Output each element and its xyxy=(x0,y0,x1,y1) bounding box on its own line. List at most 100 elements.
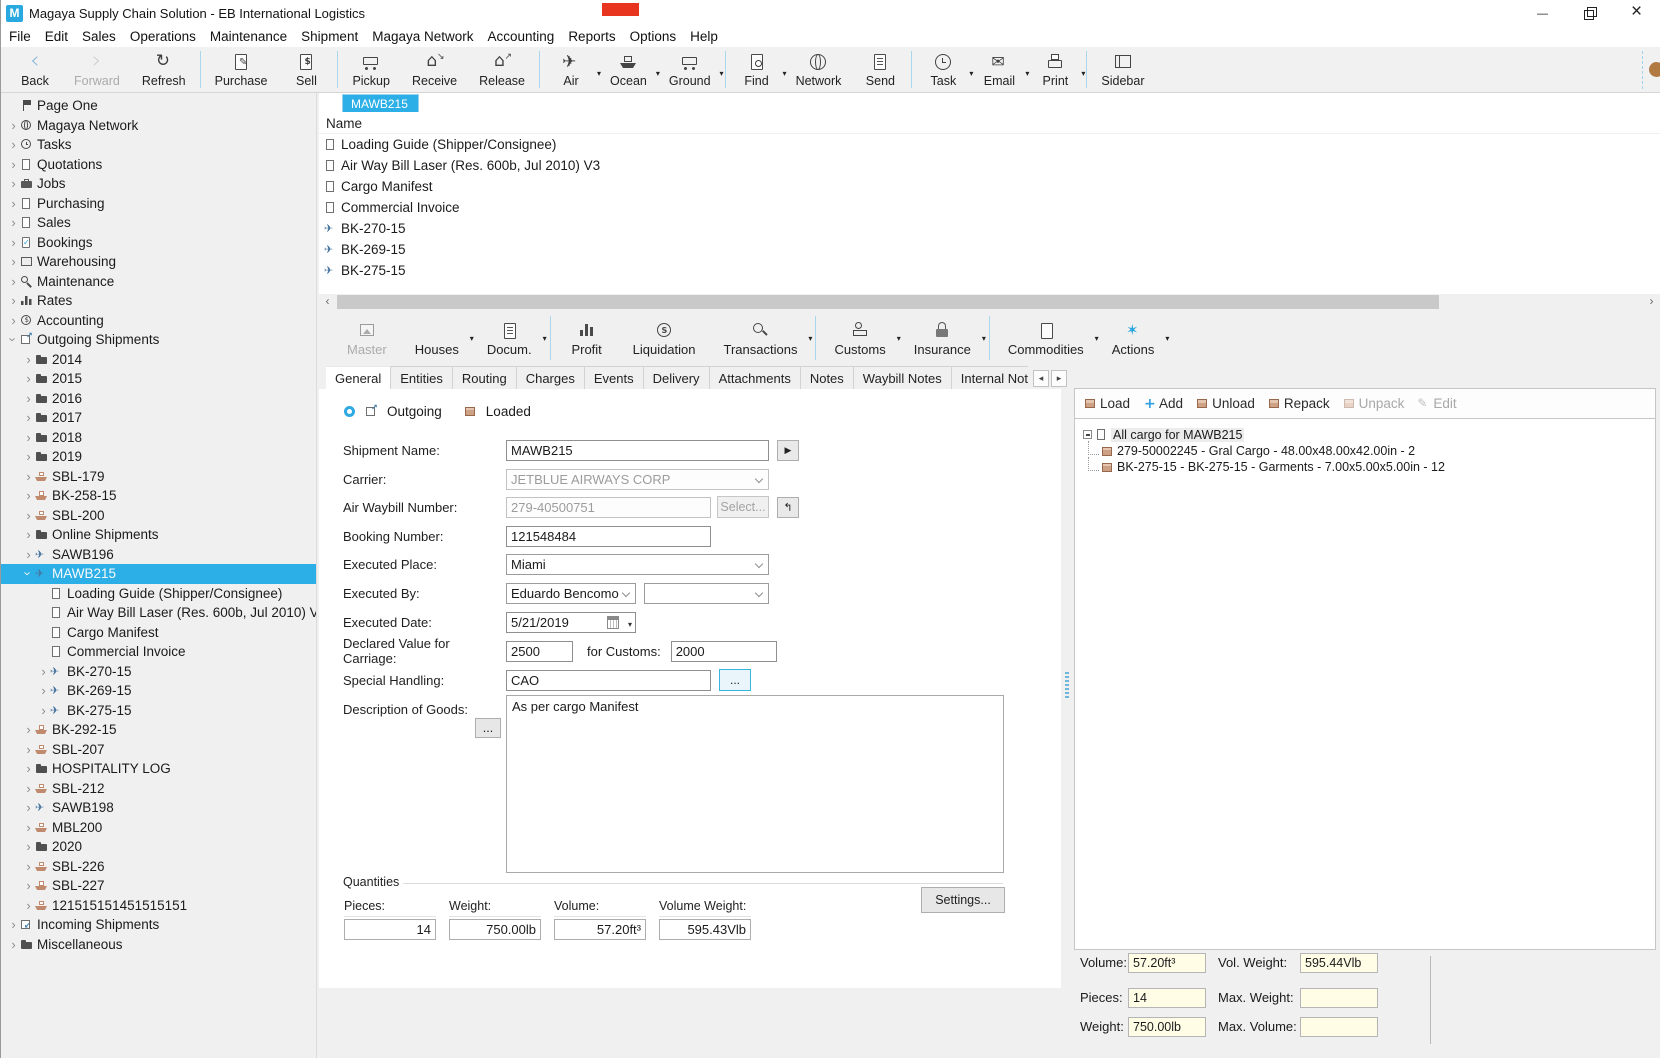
chevron-down-icon[interactable] xyxy=(622,588,630,596)
scroll-right-arrow-icon[interactable] xyxy=(1643,294,1660,310)
tree-item[interactable]: SBL-179 xyxy=(1,467,316,487)
detail-tab[interactable]: Notes xyxy=(801,366,854,390)
goods-more-button[interactable]: ... xyxy=(475,718,501,738)
panel-splitter[interactable] xyxy=(1061,296,1074,1058)
shipment-toolbar-button[interactable]: Insurance xyxy=(900,310,985,366)
expander-chevron-icon[interactable] xyxy=(7,158,20,171)
detail-tab[interactable]: Charges xyxy=(517,366,585,390)
expander-chevron-icon[interactable] xyxy=(7,294,20,307)
tree-item[interactable]: 2018 xyxy=(1,428,316,448)
toolbar-button[interactable]: Release xyxy=(468,47,536,92)
tree-item[interactable]: 2016 xyxy=(1,389,316,409)
expander-chevron-icon[interactable] xyxy=(22,509,35,522)
expander-chevron-icon[interactable] xyxy=(37,684,50,697)
tree-item[interactable]: Jobs xyxy=(1,174,316,194)
tree-item[interactable]: Page One xyxy=(1,96,316,116)
expander-chevron-icon[interactable] xyxy=(22,879,35,892)
detail-tab[interactable]: Entities xyxy=(391,366,453,390)
scrollbar-thumb[interactable] xyxy=(337,295,1439,309)
booking-number-input[interactable]: 121548484 xyxy=(506,526,711,547)
description-of-goods-textarea[interactable]: As per cargo Manifest xyxy=(506,695,1004,873)
quantity-value-field[interactable]: 750.00lb xyxy=(449,919,541,940)
quantity-value-field[interactable]: 57.20ft³ xyxy=(554,919,646,940)
expander-chevron-icon[interactable] xyxy=(7,938,20,951)
tree-item[interactable]: Quotations xyxy=(1,155,316,175)
toolbar-button[interactable]: Email xyxy=(971,47,1027,92)
tree-item[interactable]: HOSPITALITY LOG xyxy=(1,759,316,779)
shipment-name-expand-button[interactable]: ▶ xyxy=(777,440,799,461)
tree-item[interactable]: Outgoing Shipments xyxy=(1,330,316,350)
cargo-toolbar-button[interactable]: Add xyxy=(1143,396,1183,411)
chevron-down-icon[interactable] xyxy=(543,334,547,343)
toolbar-button[interactable]: Ocean xyxy=(599,47,658,92)
document-row[interactable]: BK-269-15 xyxy=(319,239,1660,260)
executed-place-combo[interactable]: Miami xyxy=(506,554,769,575)
expander-chevron-icon[interactable] xyxy=(22,548,35,561)
chevron-down-icon[interactable] xyxy=(982,334,986,343)
shipment-toolbar-button[interactable]: Transactions xyxy=(710,310,812,366)
tree-item[interactable]: Incoming Shipments xyxy=(1,915,316,935)
expander-chevron-icon[interactable] xyxy=(22,840,35,853)
tree-item[interactable]: Warehousing xyxy=(1,252,316,272)
tree-item[interactable]: SBL-207 xyxy=(1,740,316,760)
expander-chevron-icon[interactable] xyxy=(7,119,20,132)
menu-item[interactable]: File xyxy=(2,29,38,44)
tree-item[interactable]: 2020 xyxy=(1,837,316,857)
tree-item[interactable]: Air Way Bill Laser (Res. 600b, Jul 2010)… xyxy=(1,603,316,623)
menu-item[interactable]: Magaya Network xyxy=(365,29,480,44)
settings-button[interactable]: Settings... xyxy=(921,887,1005,913)
close-button[interactable] xyxy=(1613,0,1660,26)
shipment-toolbar-button[interactable]: Liquidation xyxy=(619,310,710,366)
cargo-tree-item[interactable]: BK-275-15 - BK-275-15 - Garments - 7.00x… xyxy=(1075,459,1655,475)
tree-item[interactable]: Miscellaneous xyxy=(1,935,316,955)
toolbar-button[interactable]: Find xyxy=(729,47,785,92)
detail-tab[interactable]: Internal Notes xyxy=(952,366,1028,390)
executed-date-input[interactable]: 5/21/2019 ▾ xyxy=(506,612,636,633)
tree-item[interactable]: SBL-200 xyxy=(1,506,316,526)
expander-chevron-icon[interactable] xyxy=(22,801,35,814)
toolbar-button[interactable]: Ground xyxy=(658,47,722,92)
menu-item[interactable]: Operations xyxy=(123,29,203,44)
expander-chevron-icon[interactable] xyxy=(7,197,20,210)
shipment-toolbar-button[interactable]: Profit xyxy=(555,310,619,366)
tree-item[interactable]: Purchasing xyxy=(1,194,316,214)
expander-chevron-icon[interactable] xyxy=(22,723,35,736)
toolbar-button[interactable]: Purchase xyxy=(204,47,279,92)
tree-item[interactable]: 2014 xyxy=(1,350,316,370)
shipment-toolbar-button[interactable]: Customs xyxy=(820,310,899,366)
total-value-field[interactable]: 57.20ft³ xyxy=(1128,953,1206,973)
tree-item[interactable]: Online Shipments xyxy=(1,525,316,545)
expander-chevron-icon[interactable] xyxy=(7,918,20,931)
menu-item[interactable]: Shipment xyxy=(294,29,365,44)
document-row[interactable]: BK-270-15 xyxy=(319,218,1660,239)
quantity-value-field[interactable]: 595.43Vlb xyxy=(659,919,751,940)
cargo-tree-root[interactable]: All cargo for MAWB215 xyxy=(1075,426,1655,443)
expander-chevron-icon[interactable] xyxy=(7,177,20,190)
tree-item[interactable]: 2019 xyxy=(1,447,316,467)
cargo-toolbar-button[interactable]: Load xyxy=(1084,396,1130,411)
tree-item[interactable]: SBL-227 xyxy=(1,876,316,896)
expander-chevron-icon[interactable] xyxy=(7,255,20,268)
tree-item[interactable]: 121515151451515151 xyxy=(1,896,316,916)
awb-swap-button[interactable]: ↰ xyxy=(777,497,799,518)
shipment-toolbar-button[interactable]: Houses xyxy=(401,310,473,366)
chevron-down-icon[interactable] xyxy=(755,588,763,596)
executed-by-combo[interactable]: Eduardo Bencomo xyxy=(506,583,636,604)
menu-item[interactable]: Edit xyxy=(38,29,75,44)
expander-chevron-icon[interactable] xyxy=(22,431,35,444)
toolbar-button[interactable]: Sell xyxy=(278,47,334,92)
expander-chevron-icon[interactable] xyxy=(7,216,20,229)
shipment-toolbar-button[interactable]: Commodities xyxy=(994,310,1098,366)
tree-item[interactable]: SBL-212 xyxy=(1,779,316,799)
document-row[interactable]: Commercial Invoice xyxy=(319,197,1660,218)
tree-item[interactable]: BK-292-15 xyxy=(1,720,316,740)
total-value-field[interactable]: 750.00lb xyxy=(1128,1017,1206,1037)
total-value-field[interactable]: 14 xyxy=(1128,988,1206,1008)
tree-item[interactable]: SAWB198 xyxy=(1,798,316,818)
max-value-field[interactable] xyxy=(1300,988,1378,1008)
tree-item[interactable]: Accounting xyxy=(1,311,316,331)
expander-chevron-icon[interactable] xyxy=(37,704,50,717)
menu-item[interactable]: Accounting xyxy=(481,29,562,44)
executed-by-secondary-combo[interactable] xyxy=(644,583,769,604)
declared-value-input[interactable]: 2500 xyxy=(506,641,573,662)
